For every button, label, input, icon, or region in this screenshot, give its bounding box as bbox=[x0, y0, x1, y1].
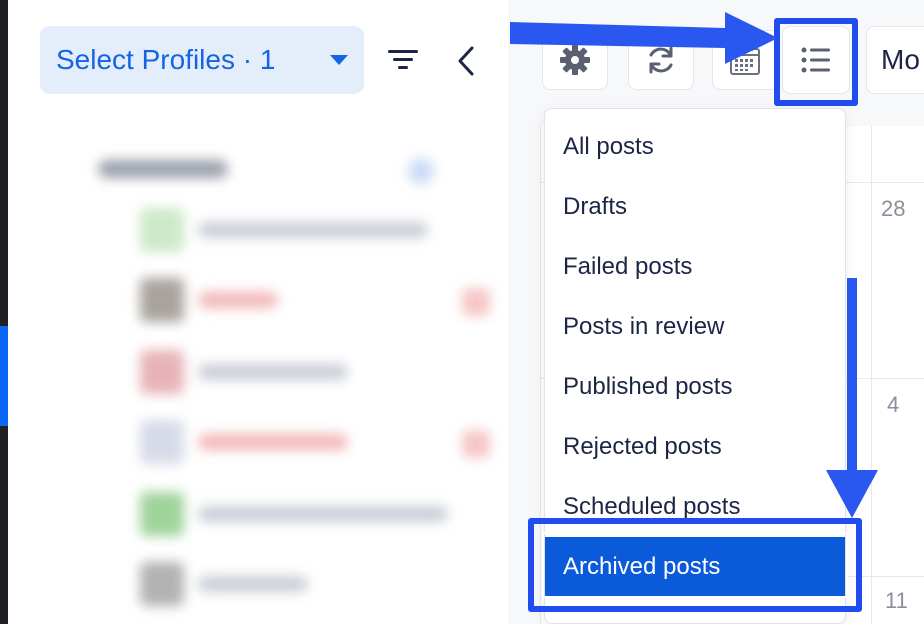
arrow-right-icon bbox=[510, 12, 778, 64]
arrow-down-icon bbox=[826, 278, 878, 518]
annotation-arrows bbox=[510, 12, 878, 518]
